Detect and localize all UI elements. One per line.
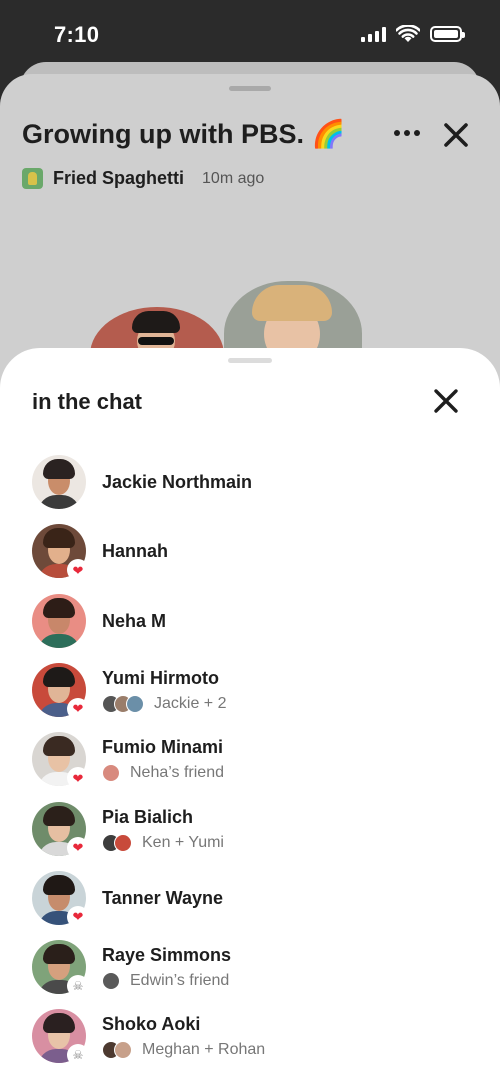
person-row[interactable]: Neha M — [32, 593, 472, 650]
room-time-ago: 10m ago — [202, 169, 265, 187]
mutual-avatars — [102, 1041, 132, 1060]
mini-avatar — [126, 694, 144, 713]
mini-avatar — [114, 1041, 132, 1060]
cellular-signal-icon — [361, 26, 386, 42]
battery-icon — [430, 26, 465, 42]
status-bar: 7:10 — [0, 0, 500, 66]
close-sheet-icon[interactable] — [433, 388, 459, 414]
mutual-avatars — [102, 764, 120, 783]
person-row[interactable]: ☠ Raye Simmons Edwin’s friend — [32, 940, 472, 998]
mutual-avatars — [102, 694, 144, 713]
heart-icon: ❤ — [67, 905, 89, 928]
host-avatar — [22, 168, 43, 189]
person-subtitle: Ken + Yumi — [142, 833, 224, 851]
status-icons — [361, 25, 465, 43]
person-name: Yumi Hirmoto — [102, 667, 220, 688]
room-card-grabber[interactable] — [229, 86, 271, 91]
person-name: Shoko Aoki — [102, 1014, 201, 1035]
person-row[interactable]: ☠ Shoko Aoki Meghan + Rohan — [32, 1009, 472, 1067]
person-subtitle: Neha’s friend — [130, 764, 224, 782]
person-subtitle: Meghan + Rohan — [142, 1041, 266, 1059]
close-room-icon[interactable] — [442, 121, 470, 149]
person-name: Neha M — [102, 610, 167, 631]
person-row[interactable]: ❤ Fumio Minami Neha’s friend — [32, 732, 472, 790]
status-time: 7:10 — [54, 22, 100, 47]
person-row[interactable]: Jackie Northmain — [32, 455, 472, 511]
person-name: Pia Bialich — [102, 806, 194, 827]
avatar[interactable] — [32, 593, 86, 648]
person-connection: Edwin’s friend — [102, 972, 230, 991]
avatar[interactable] — [32, 455, 86, 509]
person-name: Jackie Northmain — [102, 472, 253, 492]
more-options-icon[interactable] — [394, 130, 420, 136]
person-subtitle: Jackie + 2 — [154, 694, 227, 712]
heart-icon: ❤ — [67, 836, 89, 859]
mini-avatar — [114, 833, 132, 852]
person-name: Hannah — [102, 541, 169, 562]
person-row[interactable]: ❤ Tanner Wayne — [32, 870, 472, 928]
mini-avatar — [102, 972, 120, 991]
room-title: Growing up with PBS. 🌈 — [22, 119, 346, 149]
person-name: Fumio Minami — [102, 737, 223, 758]
in-chat-sheet: in the chat Jackie Northmain ❤ Hannah Neha … — [0, 348, 500, 1083]
skull-icon: ☠ — [67, 1044, 89, 1067]
person-connection: Neha’s friend — [102, 764, 224, 783]
sheet-title: in the chat — [32, 389, 143, 414]
wifi-icon — [396, 25, 420, 42]
person-connection: Meghan + Rohan — [102, 1041, 266, 1060]
heart-icon: ❤ — [67, 559, 89, 582]
sheet-grabber[interactable] — [228, 358, 272, 363]
person-row[interactable]: ❤ Pia Bialich Ken + Yumi — [32, 801, 472, 859]
host-name: Fried Spaghetti — [53, 168, 185, 188]
person-row[interactable]: ❤ Yumi Hirmoto Jackie + 2 — [32, 662, 472, 720]
person-name: Tanner Wayne — [102, 887, 224, 908]
skull-icon: ☠ — [67, 975, 89, 998]
heart-icon: ❤ — [67, 697, 89, 720]
person-connection: Ken + Yumi — [102, 833, 224, 852]
heart-icon: ❤ — [67, 767, 89, 790]
mutual-avatars — [102, 833, 132, 852]
host-row[interactable]: Fried Spaghetti 10m ago — [22, 168, 264, 189]
person-connection: Jackie + 2 — [102, 694, 227, 713]
mutual-avatars — [102, 972, 120, 991]
person-subtitle: Edwin’s friend — [130, 972, 230, 990]
person-name: Raye Simmons — [102, 945, 232, 966]
person-row[interactable]: ❤ Hannah — [32, 524, 472, 582]
mini-avatar — [102, 764, 120, 783]
